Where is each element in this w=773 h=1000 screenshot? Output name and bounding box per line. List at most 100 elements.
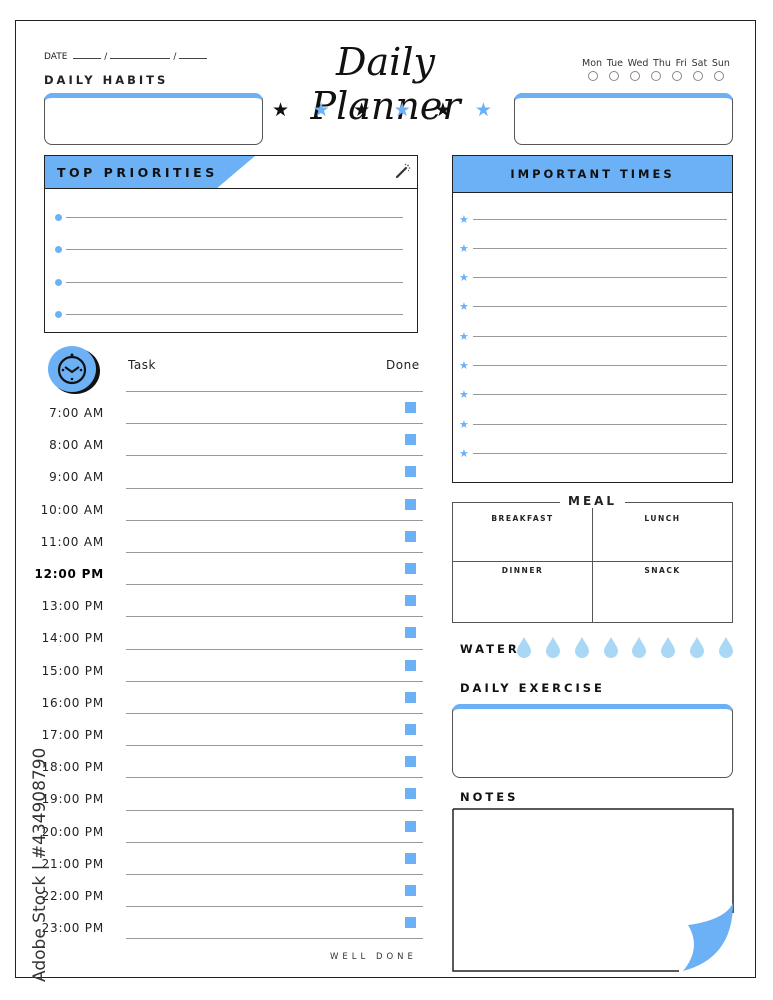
daily-exercise-box[interactable] bbox=[452, 704, 733, 778]
priority-line[interactable] bbox=[55, 245, 403, 255]
meal-title: MEAL bbox=[560, 494, 626, 508]
done-checkbox[interactable] bbox=[405, 530, 416, 542]
star-icon: ★ bbox=[312, 99, 330, 121]
done-checkbox[interactable] bbox=[405, 627, 416, 639]
star-bullet-icon: ★ bbox=[459, 212, 469, 226]
important-time-line[interactable]: ★ bbox=[459, 447, 727, 460]
date-year-blank[interactable] bbox=[179, 50, 208, 59]
water-drop-icon[interactable] bbox=[574, 636, 590, 658]
magic-wand-icon bbox=[395, 163, 411, 179]
star-icon: ★ bbox=[272, 99, 290, 121]
task-line[interactable] bbox=[126, 552, 423, 553]
write-line bbox=[66, 216, 403, 218]
write-line bbox=[473, 394, 727, 396]
done-checkbox[interactable] bbox=[405, 563, 416, 574]
task-line[interactable] bbox=[126, 745, 423, 747]
important-time-line[interactable]: ★ bbox=[459, 417, 727, 431]
weekday-label: Wed bbox=[627, 58, 649, 69]
task-line[interactable] bbox=[126, 713, 423, 714]
done-checkbox[interactable] bbox=[405, 788, 416, 800]
important-time-line[interactable]: ★ bbox=[459, 242, 727, 255]
star-bullet-icon: ★ bbox=[459, 359, 469, 372]
date-field[interactable]: DATE / / bbox=[44, 50, 210, 62]
important-time-line[interactable]: ★ bbox=[459, 388, 727, 401]
done-checkbox[interactable] bbox=[405, 852, 416, 864]
star-bullet-icon: ★ bbox=[459, 417, 469, 431]
priority-line[interactable] bbox=[55, 310, 403, 320]
done-checkbox[interactable] bbox=[405, 820, 416, 832]
important-time-line[interactable]: ★ bbox=[459, 271, 727, 284]
star-bullet-icon: ★ bbox=[459, 329, 469, 343]
done-checkbox[interactable] bbox=[405, 659, 416, 671]
task-line[interactable] bbox=[126, 616, 423, 618]
star-icon: ★ bbox=[434, 99, 452, 121]
task-line[interactable] bbox=[126, 487, 423, 489]
priority-line[interactable] bbox=[55, 212, 403, 222]
done-checkbox[interactable] bbox=[405, 466, 416, 478]
water-label: WATER bbox=[460, 642, 520, 656]
water-drop-icon[interactable] bbox=[660, 636, 676, 658]
time-slot-label: 10:00 AM bbox=[40, 502, 104, 517]
water-drop-icon[interactable] bbox=[545, 636, 561, 658]
bullet-icon bbox=[55, 213, 62, 221]
done-checkbox[interactable] bbox=[405, 434, 416, 446]
priority-line[interactable] bbox=[55, 277, 403, 287]
task-line[interactable] bbox=[126, 841, 423, 843]
time-slot-label: 14:00 PM bbox=[41, 631, 104, 646]
meal-snack-label: SNACK bbox=[644, 566, 681, 575]
daily-exercise-label: DAILY EXERCISE bbox=[460, 681, 605, 695]
weekday-checkbox-fri[interactable] bbox=[672, 71, 682, 81]
task-line[interactable] bbox=[126, 906, 423, 908]
important-time-line[interactable]: ★ bbox=[459, 359, 727, 372]
daily-habits-box[interactable] bbox=[44, 93, 263, 145]
important-times-header: IMPORTANT TIMES bbox=[453, 156, 732, 193]
water-drop-icon[interactable] bbox=[603, 636, 619, 658]
done-checkbox[interactable] bbox=[405, 756, 416, 768]
task-line[interactable] bbox=[126, 874, 423, 875]
notes-label: NOTES bbox=[460, 790, 519, 804]
task-line[interactable] bbox=[126, 584, 423, 586]
weekday-checkbox-thu[interactable] bbox=[651, 71, 661, 81]
important-time-line[interactable]: ★ bbox=[459, 329, 727, 343]
weekday-checkbox-wed[interactable] bbox=[630, 71, 640, 81]
done-checkbox[interactable] bbox=[405, 691, 416, 703]
date-separator: / bbox=[173, 52, 177, 62]
clock-icon bbox=[48, 346, 100, 394]
task-line[interactable] bbox=[126, 777, 423, 779]
weekday-checkbox-tue[interactable] bbox=[609, 71, 619, 81]
task-line[interactable] bbox=[126, 648, 423, 650]
date-day-blank[interactable] bbox=[73, 50, 102, 59]
write-line bbox=[473, 218, 727, 220]
water-drop-icon[interactable] bbox=[718, 636, 734, 658]
done-checkbox[interactable] bbox=[405, 885, 416, 896]
date-month-blank[interactable] bbox=[110, 50, 171, 59]
task-line[interactable] bbox=[126, 423, 423, 425]
done-checkbox[interactable] bbox=[405, 724, 416, 735]
weekday-notes-box[interactable] bbox=[514, 93, 733, 145]
water-drop-icon[interactable] bbox=[689, 636, 705, 658]
task-line[interactable] bbox=[126, 455, 423, 457]
schedule-header-line bbox=[126, 391, 423, 392]
done-checkbox[interactable] bbox=[405, 917, 416, 929]
task-line[interactable] bbox=[126, 680, 423, 682]
write-line bbox=[473, 277, 727, 279]
weekday-checkbox-mon[interactable] bbox=[588, 71, 598, 81]
time-slot-label: 9:00 AM bbox=[49, 470, 104, 485]
water-drop-icon[interactable] bbox=[631, 636, 647, 658]
done-checkbox[interactable] bbox=[405, 595, 416, 607]
write-line bbox=[473, 423, 727, 425]
weekday-checkbox-sun[interactable] bbox=[714, 71, 724, 81]
date-label: DATE bbox=[44, 52, 68, 62]
water-tracker bbox=[516, 636, 734, 658]
done-checkbox[interactable] bbox=[405, 402, 416, 413]
notes-box[interactable] bbox=[452, 808, 734, 972]
done-checkbox[interactable] bbox=[405, 498, 416, 510]
task-line[interactable] bbox=[126, 809, 423, 811]
task-line[interactable] bbox=[126, 519, 423, 521]
weekday-checkbox-sat[interactable] bbox=[693, 71, 703, 81]
water-drop-icon[interactable] bbox=[516, 636, 532, 658]
write-line bbox=[473, 247, 727, 249]
important-time-line[interactable]: ★ bbox=[459, 300, 727, 313]
important-time-line[interactable]: ★ bbox=[459, 212, 727, 226]
task-line[interactable] bbox=[126, 938, 423, 940]
